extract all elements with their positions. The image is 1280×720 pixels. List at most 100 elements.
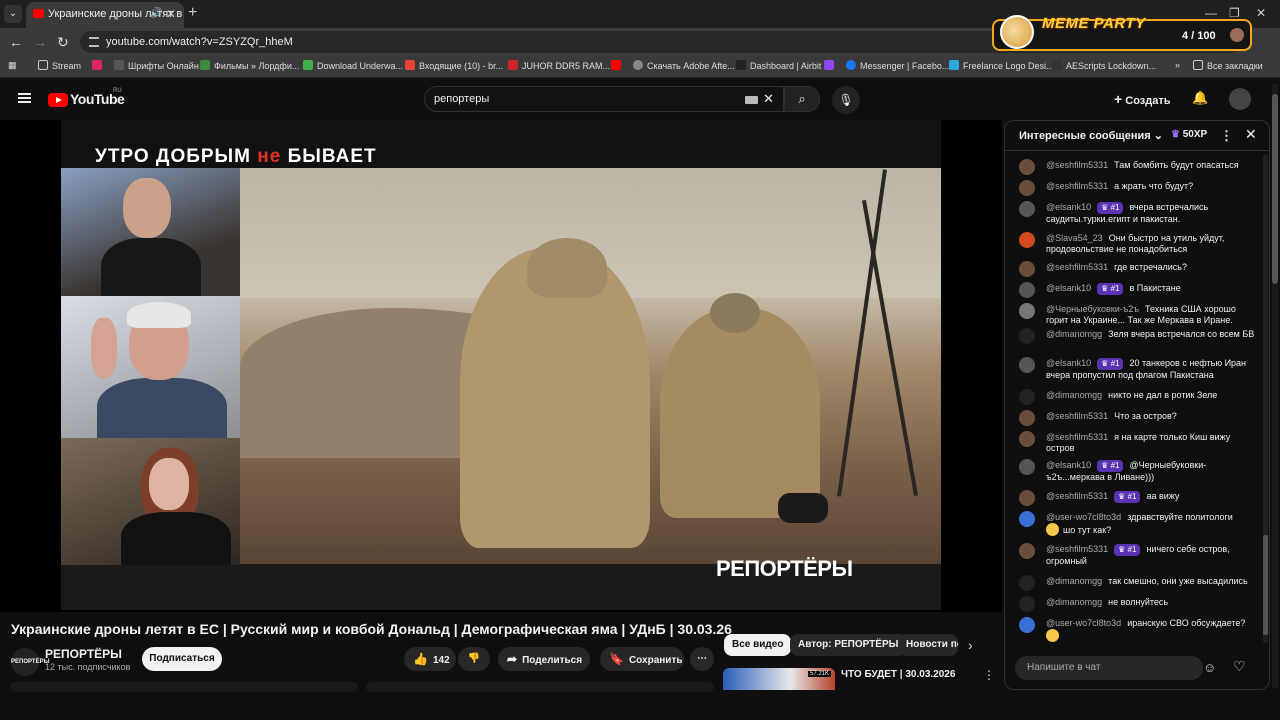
share-button[interactable]: ➦ Поделиться	[498, 647, 590, 671]
chat-avatar[interactable]	[1019, 282, 1035, 298]
new-tab-button[interactable]: +	[188, 4, 197, 22]
chat-username[interactable]: @elsank10	[1046, 283, 1091, 293]
bookmark-item[interactable]: Dashboard | Airbit	[736, 60, 821, 71]
chat-username[interactable]: @seshfilm5331	[1046, 491, 1108, 501]
heart-icon[interactable]: ♡	[1233, 658, 1246, 675]
page-scrollbar[interactable]	[1272, 84, 1278, 688]
create-button[interactable]: + Создать	[1114, 91, 1171, 107]
chat-avatar[interactable]	[1019, 303, 1035, 319]
recommendation-menu-icon[interactable]: ⋮	[983, 668, 995, 682]
bookmark-item[interactable]: Входящие (10) - br...	[405, 60, 503, 71]
chat-username[interactable]: @elsank10	[1046, 358, 1091, 368]
browser-tab[interactable]: Украинские дроны летят в 🔊 ✕	[26, 2, 184, 28]
chat-more-icon[interactable]: ⋮	[1220, 128, 1233, 144]
channel-avatar[interactable]: РЕПОРТЁРЫ	[11, 648, 49, 676]
channel-name[interactable]: РЕПОРТЁРЫ	[45, 647, 122, 661]
recommendation-title[interactable]: ЧТО БУДЕТ | 30.03.2026	[841, 669, 955, 680]
subscribe-button[interactable]: Подписаться	[142, 647, 222, 671]
chat-close-icon[interactable]: ✕	[1245, 126, 1257, 143]
chat-scrollbar[interactable]	[1263, 155, 1268, 643]
chat-avatar[interactable]	[1019, 180, 1035, 196]
chat-username[interactable]: @dimanomgg	[1046, 390, 1102, 400]
chat-username[interactable]: @dimanomgg	[1046, 329, 1102, 339]
chat-avatar[interactable]	[1019, 232, 1035, 248]
bookmark-item[interactable]: Download Underwa...	[303, 60, 403, 71]
reload-icon[interactable]: ↻	[57, 34, 69, 50]
chat-avatar[interactable]	[1019, 410, 1035, 426]
chat-avatar[interactable]	[1019, 261, 1035, 277]
maximize-icon[interactable]: ❐	[1229, 6, 1240, 20]
chat-avatar[interactable]	[1019, 596, 1035, 612]
description-box[interactable]	[10, 682, 358, 692]
keyboard-icon[interactable]	[745, 96, 758, 104]
notifications-bell-icon[interactable]: 🔔	[1192, 90, 1208, 106]
all-bookmarks[interactable]: Все закладки	[1193, 60, 1263, 71]
like-button[interactable]: 👍 142	[404, 647, 456, 671]
chat-avatar[interactable]	[1019, 328, 1035, 344]
search-input[interactable]: репортеры ✕	[424, 86, 784, 112]
chip-next-arrow-icon[interactable]: ›	[968, 637, 973, 653]
chat-avatar[interactable]	[1019, 617, 1035, 633]
chat-avatar[interactable]	[1019, 575, 1035, 591]
meme-party-widget[interactable]: MEME PARTY 4 / 100	[992, 15, 1252, 51]
chat-username[interactable]: @seshfilm5331	[1046, 181, 1108, 191]
chat-username[interactable]: @elsank10	[1046, 460, 1091, 470]
description-box-2[interactable]	[366, 682, 714, 692]
bookmark-item[interactable]	[611, 60, 625, 71]
forward-arrow-icon[interactable]: →	[33, 34, 47, 50]
bookmark-item[interactable]: Freelance Logo Desi...	[949, 60, 1054, 71]
bookmark-item[interactable]	[824, 60, 838, 71]
chat-username[interactable]: @user-wo7cl8to3d	[1046, 512, 1121, 522]
bookmark-item[interactable]	[92, 60, 106, 71]
chat-avatar[interactable]	[1019, 459, 1035, 475]
bookmark-item[interactable]: Фильмы » Лордфи...	[200, 60, 299, 71]
chat-avatar[interactable]	[1019, 389, 1035, 405]
chip-all-videos[interactable]: Все видео	[724, 634, 792, 656]
chat-avatar[interactable]	[1019, 511, 1035, 527]
search-button[interactable]: ⌕	[784, 86, 820, 112]
video-player[interactable]: УТРО ДОБРЫМ не БЫВАЕТ РЕПОРТЁРЫ	[0, 120, 1002, 612]
chat-username[interactable]: @seshfilm5331	[1046, 411, 1108, 421]
more-actions-button[interactable]: ⋯	[690, 647, 714, 671]
bookmark-item[interactable]: Stream	[38, 60, 81, 71]
chat-username[interactable]: @seshfilm5331	[1046, 262, 1108, 272]
bookmark-item[interactable]: Шрифты Онлайн	[114, 60, 199, 71]
voice-search-button[interactable]: 🎙	[832, 86, 860, 114]
site-info-icon[interactable]	[89, 37, 99, 47]
chat-username[interactable]: @dimanomgg	[1046, 597, 1102, 607]
chip-author[interactable]: Автор: РЕПОРТЁРЫ	[790, 634, 907, 656]
back-arrow-icon[interactable]: ←	[9, 34, 23, 50]
chat-input[interactable]: Напишите в чат	[1015, 656, 1203, 680]
chat-avatar[interactable]	[1019, 159, 1035, 175]
tab-search-chevron-icon[interactable]: ⌄	[4, 5, 22, 23]
menu-icon[interactable]	[18, 93, 31, 103]
chat-avatar[interactable]	[1019, 201, 1035, 217]
account-avatar[interactable]	[1229, 88, 1251, 110]
chip-news[interactable]: Новости по	[898, 634, 958, 656]
chat-avatar[interactable]	[1019, 543, 1035, 559]
chat-avatar[interactable]	[1019, 357, 1035, 373]
chat-avatar[interactable]	[1019, 431, 1035, 447]
dislike-button[interactable]: 👎	[458, 647, 490, 671]
bookmark-item[interactable]: Messenger | Facebo...	[846, 60, 949, 71]
chat-username[interactable]: @dimanomgg	[1046, 576, 1102, 586]
bookmark-item[interactable]: Скачать Adobe Afte...	[633, 60, 735, 71]
chat-avatar[interactable]	[1019, 490, 1035, 506]
chat-mode-dropdown[interactable]: Интересные сообщения ⌄	[1019, 129, 1163, 142]
chat-username[interactable]: @seshfilm5331	[1046, 160, 1108, 170]
speaker-icon[interactable]: 🔊	[150, 2, 162, 26]
chat-username[interactable]: @seshfilm5331	[1046, 432, 1108, 442]
chat-username[interactable]: @elsank10	[1046, 202, 1091, 212]
bookmarks-overflow-icon[interactable]: »	[1175, 60, 1180, 70]
emoji-icon[interactable]: ☺	[1203, 660, 1216, 675]
chat-username[interactable]: @seshfilm5331	[1046, 544, 1108, 554]
save-button[interactable]: 🔖 Сохранить	[600, 647, 684, 671]
chat-username[interactable]: @user-wo7cl8to3d	[1046, 618, 1121, 628]
bookmark-item[interactable]: AEScripts Lockdown...	[1052, 60, 1156, 71]
minimize-icon[interactable]: —	[1205, 6, 1217, 20]
bookmark-item[interactable]: JUHOR DDR5 RAM...	[508, 60, 610, 71]
apps-grid-icon[interactable]: ▦	[8, 60, 17, 71]
window-close-icon[interactable]: ✕	[1256, 6, 1266, 20]
chat-username[interactable]: @Slava54_23	[1046, 233, 1103, 243]
xp-badge[interactable]: ♛ 50XP	[1171, 129, 1207, 140]
